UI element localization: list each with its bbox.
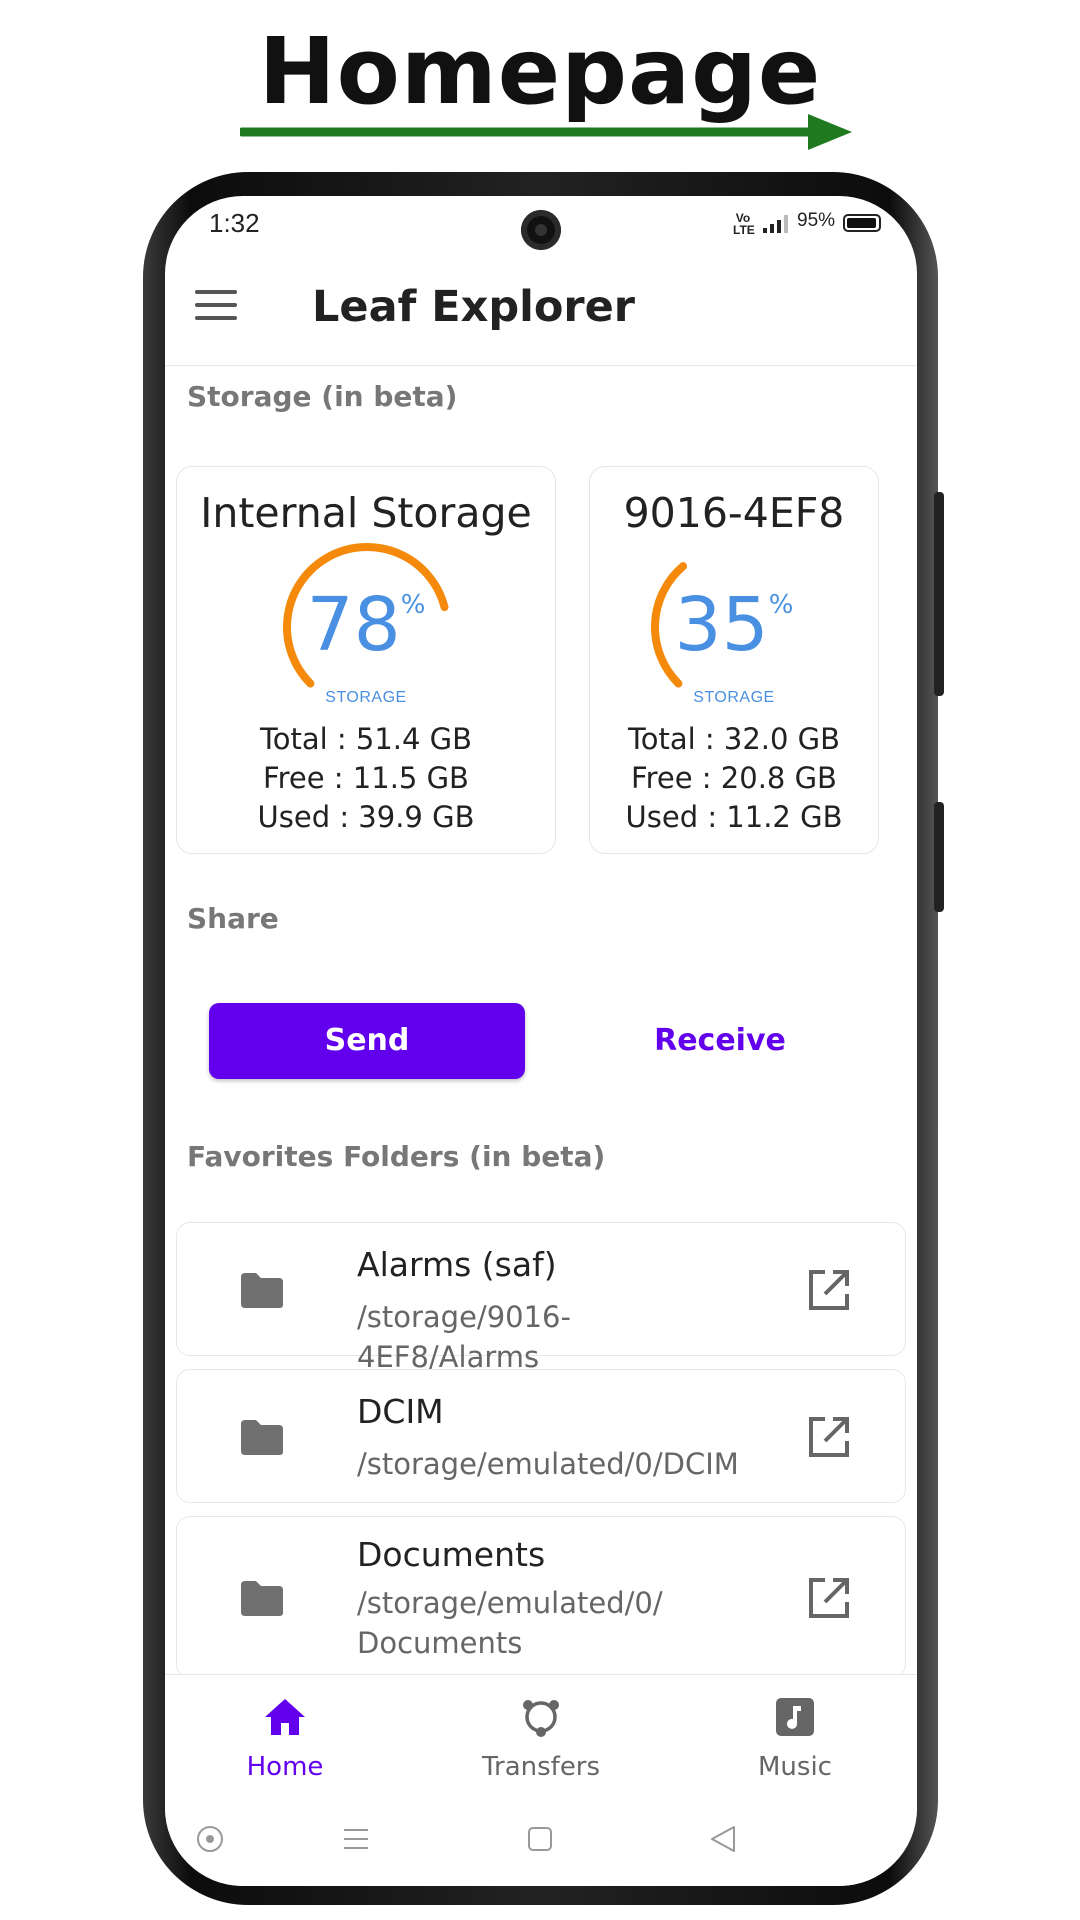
- storage-card-sd[interactable]: 9016-4EF8 35% STORAGE Total : 32.0 GB Fr…: [589, 466, 879, 854]
- system-navigation-bar: [165, 1799, 917, 1886]
- open-external-icon[interactable]: [807, 1576, 851, 1620]
- favorite-path: /storage/9016-4EF8/Alarms: [357, 1300, 571, 1374]
- folder-icon: [241, 1273, 283, 1308]
- open-external-icon[interactable]: [807, 1268, 851, 1312]
- storage-percent: 35%: [674, 582, 794, 668]
- open-external-icon[interactable]: [807, 1415, 851, 1459]
- transfers-icon: [523, 1700, 559, 1737]
- back-triangle-icon[interactable]: [708, 1824, 738, 1854]
- banner-title: Homepage: [258, 18, 822, 125]
- storage-sub-label: STORAGE: [325, 689, 407, 706]
- share-section-label: Share: [187, 902, 279, 935]
- status-bar: 1:32 Vo LTE 95%: [165, 196, 917, 250]
- nav-item-home[interactable]: Home: [195, 1695, 375, 1782]
- storage-card-internal[interactable]: Internal Storage 78% STORAGE Total : 51.…: [176, 466, 556, 854]
- favorite-name: Documents: [357, 1535, 546, 1574]
- favorite-name: DCIM: [357, 1392, 444, 1431]
- home-icon: [265, 1699, 305, 1735]
- favorite-folder-item[interactable]: Documents /storage/emulated/0/ Documents: [176, 1516, 906, 1678]
- storage-card-title: 9016-4EF8: [623, 489, 845, 537]
- storage-used: Used : 11.2 GB: [625, 800, 843, 834]
- storage-section-label: Storage (in beta): [187, 380, 458, 413]
- storage-total: Total : 32.0 GB: [627, 722, 841, 756]
- favorite-name: Alarms (saf): [357, 1245, 557, 1284]
- receive-button[interactable]: Receive: [585, 1003, 855, 1079]
- status-time: 1:32: [209, 208, 260, 238]
- send-button[interactable]: Send: [209, 1003, 525, 1079]
- bottom-navigation: Home Transfers Music: [165, 1674, 917, 1799]
- front-camera: [521, 210, 561, 250]
- favorite-folder-item[interactable]: Alarms (saf) /storage/9016-4EF8/Alarms: [176, 1222, 906, 1374]
- nav-item-music[interactable]: Music: [705, 1695, 885, 1782]
- home-square-icon[interactable]: [525, 1824, 555, 1854]
- nav-label-music: Music: [758, 1752, 832, 1782]
- favorites-section-label: Favorites Folders (in beta): [187, 1140, 606, 1173]
- signal-icon: [763, 215, 788, 233]
- recents-menu-icon[interactable]: [341, 1824, 371, 1854]
- app-bar: Leaf Explorer: [165, 256, 917, 366]
- hamburger-menu-icon[interactable]: [195, 290, 237, 324]
- power-button: [934, 802, 944, 912]
- storage-sub-label: STORAGE: [693, 689, 775, 706]
- favorite-path: /storage/emulated/0/DCIM: [357, 1447, 739, 1481]
- favorite-folder-item[interactable]: DCIM /storage/emulated/0/DCIM: [176, 1369, 906, 1503]
- nav-label-home: Home: [246, 1752, 324, 1782]
- phone-screen: 1:32 Vo LTE 95% Leaf Explorer Storage (i…: [165, 196, 917, 1886]
- arrow-right-icon: [240, 114, 852, 150]
- battery-percent: 95%: [797, 210, 836, 231]
- assistant-icon[interactable]: [195, 1824, 225, 1854]
- music-icon: [776, 1698, 814, 1736]
- favorite-path: /storage/emulated/0/: [357, 1586, 663, 1620]
- storage-free: Free : 11.5 GB: [263, 761, 469, 795]
- storage-percent: 78%: [306, 582, 426, 668]
- folder-icon: [241, 1420, 283, 1455]
- nav-item-transfers[interactable]: Transfers: [451, 1695, 631, 1782]
- volume-button: [934, 492, 944, 696]
- folder-icon: [241, 1581, 283, 1616]
- storage-card-title: Internal Storage: [200, 489, 532, 537]
- storage-free: Free : 20.8 GB: [631, 761, 837, 795]
- battery-icon: [843, 214, 881, 232]
- nav-label-transfers: Transfers: [481, 1752, 601, 1782]
- app-title: Leaf Explorer: [312, 282, 636, 332]
- storage-used: Used : 39.9 GB: [257, 800, 475, 834]
- volte-indicator: Vo LTE: [733, 211, 755, 237]
- favorite-path-line2: Documents: [357, 1626, 523, 1660]
- storage-total: Total : 51.4 GB: [259, 722, 473, 756]
